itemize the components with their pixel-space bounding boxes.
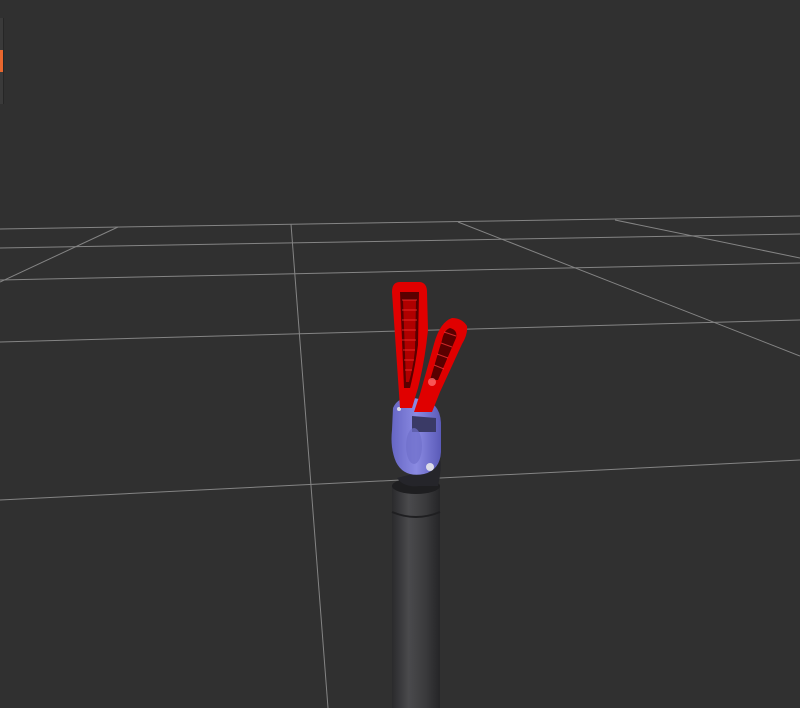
arm-shaft: [391, 478, 441, 708]
grid-line: [290, 223, 329, 708]
grid-line: [0, 233, 800, 249]
grid-line: [614, 219, 800, 259]
grid-line: [0, 226, 119, 283]
3d-viewport[interactable]: [0, 0, 800, 708]
grid-line: [0, 215, 800, 230]
grid-line: [0, 262, 800, 281]
render-scene: [0, 215, 800, 708]
joint-pin: [426, 463, 434, 471]
grid-line: [457, 221, 800, 357]
